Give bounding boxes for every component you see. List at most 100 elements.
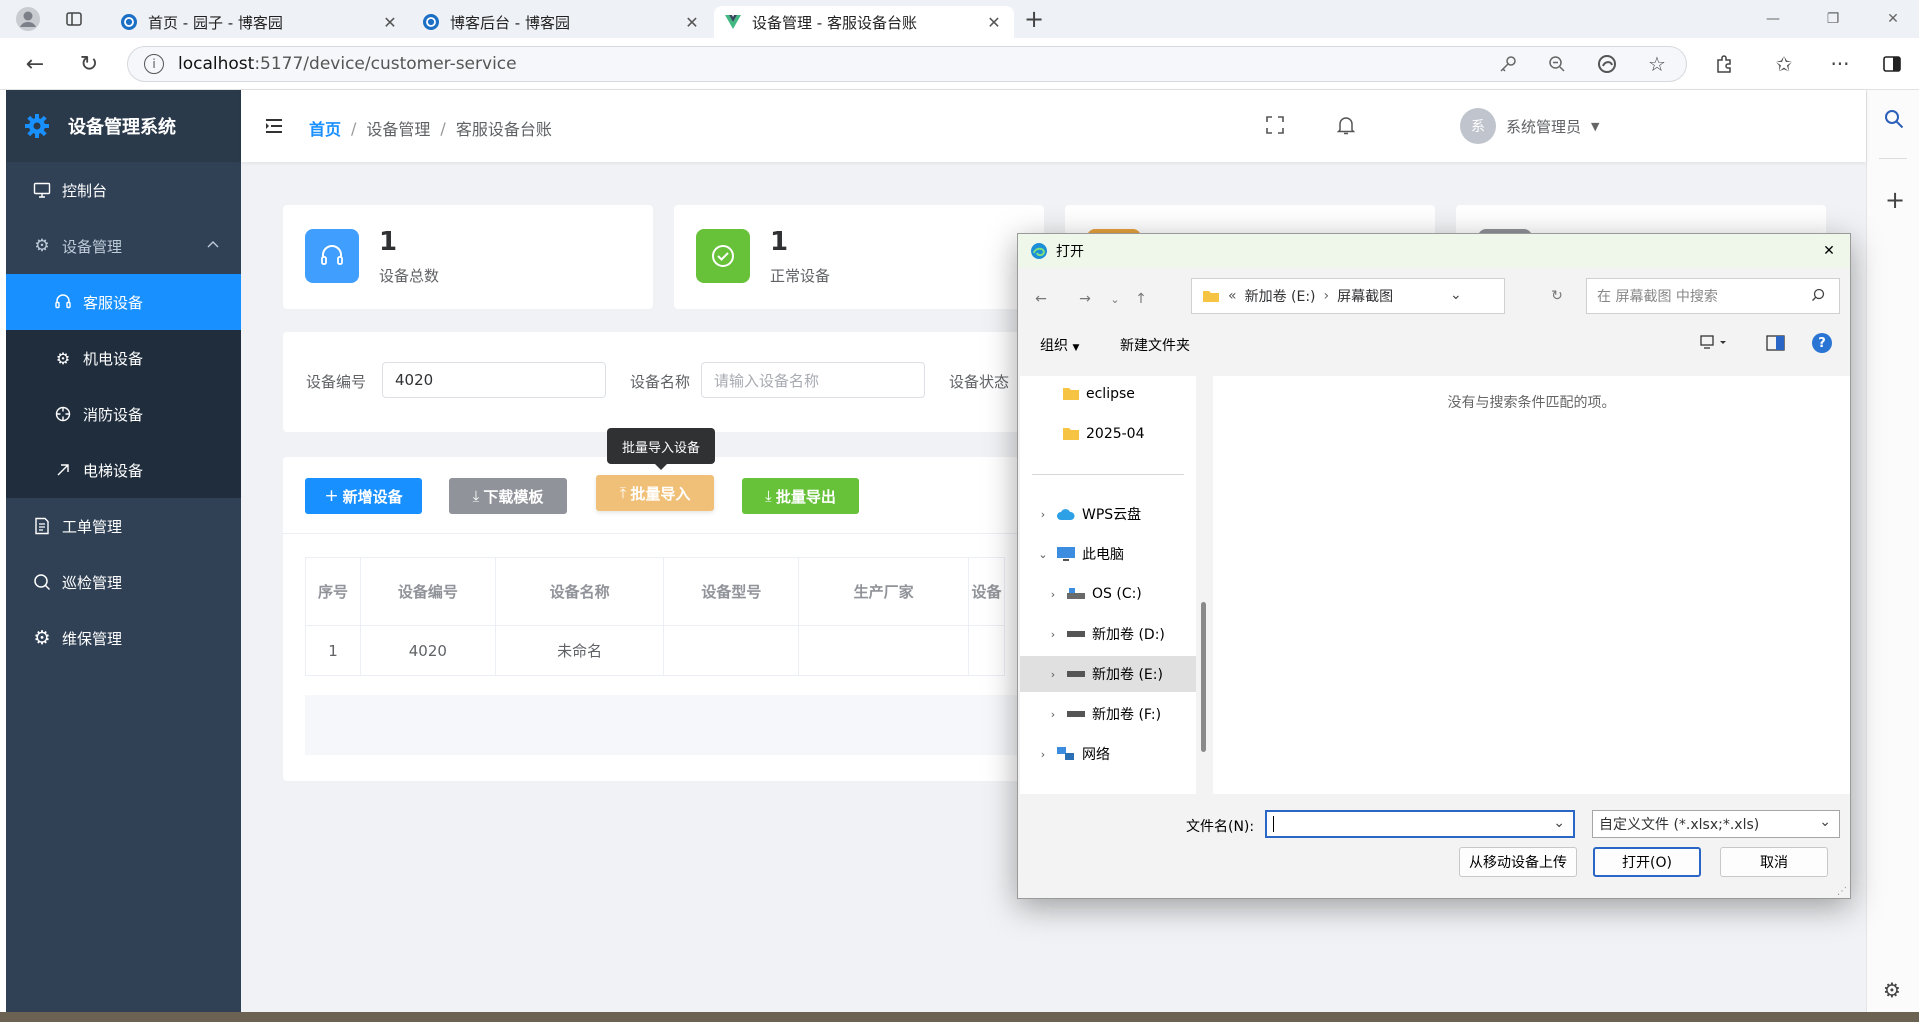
chevron-down-icon[interactable]: ⌄ (1553, 815, 1565, 831)
sidebar-toggle-icon[interactable] (1878, 50, 1906, 78)
back-icon[interactable]: ← (21, 50, 49, 78)
chevron-down-icon[interactable]: ⌄ (1450, 287, 1462, 303)
restore-icon[interactable]: ❐ (1803, 0, 1863, 38)
window-close-icon[interactable]: ✕ (1863, 0, 1919, 38)
favorite-star-icon[interactable]: ☆ (1643, 50, 1671, 78)
path-segment[interactable]: 新加卷 (E:) (1245, 286, 1316, 306)
chevron-right-icon[interactable]: › (1036, 508, 1050, 521)
open-button[interactable]: 打开(O) (1593, 847, 1701, 877)
organize-menu[interactable]: 组织 ▼ (1040, 335, 1079, 355)
nav-label: 新加卷 (E:) (1092, 667, 1163, 683)
tab-cnblogs-home[interactable]: 首页 - 园子 - 博客园 ✕ (110, 6, 410, 38)
dialog-close-icon[interactable]: ✕ (1818, 240, 1840, 262)
edge-copilot-icon[interactable] (1593, 50, 1621, 78)
monitor-icon (32, 180, 52, 200)
chevron-right-icon[interactable]: › (1046, 668, 1060, 681)
table-row[interactable]: 1 4020 未命名 (305, 625, 1005, 676)
overflow-icon[interactable]: « (1228, 288, 1237, 304)
help-icon[interactable]: ? (1812, 333, 1832, 353)
search-icon[interactable] (1883, 108, 1905, 130)
new-folder-button[interactable]: 新建文件夹 (1120, 335, 1190, 355)
filetype-select[interactable]: 自定义文件 (*.xlsx;*.xls) ⌄ (1592, 810, 1840, 838)
path-segment[interactable]: 屏幕截图 (1337, 286, 1393, 306)
refresh-icon[interactable]: ↻ (1544, 283, 1570, 309)
menu-fire-device[interactable]: 消防设备 (6, 386, 241, 442)
nav-wps-cloud[interactable]: › WPS云盘 (1020, 496, 1196, 532)
nav-drive-e[interactable]: › 新加卷 (E:) (1020, 656, 1196, 692)
chevron-right-icon[interactable]: › (1046, 628, 1060, 641)
chevron-right-icon[interactable]: › (1046, 708, 1060, 721)
folder-search-input[interactable]: 在 屏幕截图 中搜索 (1586, 278, 1840, 314)
nav-drive-f[interactable]: › 新加卷 (F:) (1020, 696, 1196, 732)
menu-elevator-device[interactable]: 电梯设备 (6, 442, 241, 498)
gear-solid-icon: ⚙ (33, 627, 51, 649)
minimize-icon[interactable]: — (1743, 0, 1803, 38)
menu-customer-device[interactable]: 客服设备 (6, 274, 241, 330)
chevron-right-icon[interactable]: › (1036, 748, 1050, 761)
menu-workorder[interactable]: 工单管理 (6, 498, 241, 554)
nav-scrollbar[interactable] (1201, 602, 1206, 752)
tab-title: 博客后台 - 博客园 (450, 13, 570, 32)
close-icon[interactable]: ✕ (380, 12, 400, 32)
forward-icon[interactable]: → (1072, 286, 1098, 312)
upload-from-mobile-button[interactable]: 从移动设备上传 (1459, 847, 1577, 877)
tab-cnblogs-admin[interactable]: 博客后台 - 博客园 ✕ (412, 6, 712, 38)
nav-folder-2025-04[interactable]: 2025-04 (1020, 416, 1196, 452)
url-input[interactable]: i localhost:5177/device/customer-service (127, 46, 1687, 82)
nav-drive-d[interactable]: › 新加卷 (D:) (1020, 616, 1196, 652)
more-icon[interactable]: ··· (1826, 50, 1854, 78)
tab-device-mgmt[interactable]: 设备管理 - 客服设备台账 ✕ (714, 6, 1014, 38)
favorites-icon[interactable]: ✩ (1770, 50, 1798, 78)
nav-folder-eclipse[interactable]: eclipse (1020, 376, 1196, 412)
user-menu[interactable]: 系 系统管理员 ▼ (1460, 108, 1599, 144)
batch-export-button[interactable]: ⤓ 批量导出 (742, 478, 859, 514)
menu-device-management[interactable]: ⚙ 设备管理 (6, 218, 241, 274)
bell-icon[interactable] (1337, 115, 1355, 135)
filename-label: 文件名(N): (1186, 819, 1255, 835)
cancel-button[interactable]: 取消 (1720, 847, 1828, 877)
top-header: 首页 / 设备管理 / 客服设备台账 系 系统管理员 ▼ (241, 90, 1866, 162)
stat-value: 1 (770, 227, 789, 257)
tab-actions-icon[interactable] (56, 0, 92, 38)
batch-import-button[interactable]: ⤒ 批量导入 (596, 475, 714, 511)
info-icon[interactable]: i (144, 54, 164, 74)
up-icon[interactable]: ↑ (1128, 286, 1154, 312)
chevron-right-icon[interactable]: › (1046, 588, 1060, 601)
chevron-down-icon[interactable]: ⌄ (1036, 548, 1050, 561)
cnblogs-icon (422, 13, 440, 31)
filename-input[interactable]: ⌄ (1265, 810, 1575, 838)
menu-dashboard[interactable]: 控制台 (6, 162, 241, 218)
view-mode-icon[interactable] (1700, 334, 1730, 352)
resize-grip-icon[interactable]: ⋰ (1837, 886, 1847, 897)
menu-maintain[interactable]: ⚙ 维保管理 (6, 610, 241, 666)
nav-network[interactable]: › 网络 (1020, 736, 1196, 772)
menu-electro-device[interactable]: ⚙ 机电设备 (6, 330, 241, 386)
key-icon[interactable] (1494, 50, 1522, 78)
menu-patrol[interactable]: 巡检管理 (6, 554, 241, 610)
zoom-out-icon[interactable] (1543, 50, 1571, 78)
fullscreen-icon[interactable] (1266, 116, 1284, 134)
new-tab-icon[interactable]: + (1016, 0, 1052, 38)
download-template-button[interactable]: ⤓ 下载模板 (449, 478, 567, 514)
file-list-pane[interactable]: 没有与搜索条件匹配的项。 (1213, 376, 1850, 794)
device-code-input[interactable]: 4020 (382, 362, 606, 398)
back-icon[interactable]: ← (1028, 286, 1054, 312)
nav-this-pc[interactable]: ⌄ 此电脑 (1020, 536, 1196, 572)
close-icon[interactable]: ✕ (682, 12, 702, 32)
header-cell: 设备 (968, 557, 1005, 626)
profile-icon[interactable] (10, 0, 46, 38)
add-icon[interactable]: + (1885, 186, 1905, 214)
settings-gear-icon[interactable]: ⚙ (1883, 978, 1901, 1002)
hamburger-icon[interactable] (265, 118, 283, 134)
device-name-input[interactable]: 请输入设备名称 (701, 362, 925, 398)
add-device-button[interactable]: + 新增设备 (305, 478, 422, 514)
extensions-icon[interactable] (1710, 50, 1738, 78)
breadcrumb-home[interactable]: 首页 (309, 116, 341, 140)
recent-dropdown-icon[interactable]: ⌄ (1102, 286, 1128, 312)
path-bar[interactable]: « 新加卷 (E:) › 屏幕截图 ⌄ (1191, 278, 1505, 314)
refresh-icon[interactable]: ↻ (75, 50, 103, 78)
gear-logo-icon (24, 113, 50, 139)
nav-drive-c[interactable]: › OS (C:) (1020, 576, 1196, 612)
close-icon[interactable]: ✕ (984, 12, 1004, 32)
preview-pane-icon[interactable] (1766, 334, 1786, 352)
